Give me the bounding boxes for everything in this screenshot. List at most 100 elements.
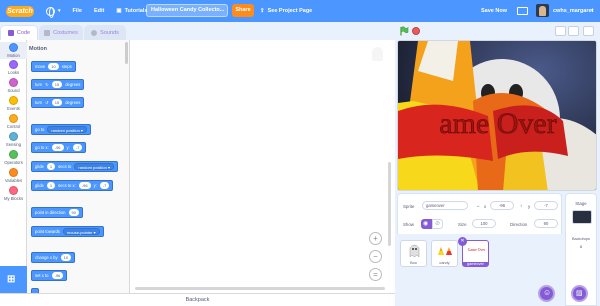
block-input[interactable]: 15 bbox=[51, 99, 63, 106]
category-motion[interactable]: Motion bbox=[0, 42, 27, 59]
block-input[interactable]: -96 bbox=[78, 182, 91, 189]
dropdown-value: random position bbox=[78, 165, 107, 170]
category-variables[interactable]: Variables bbox=[0, 168, 27, 183]
block-turn-right[interactable]: turn ↻ 15 degrees bbox=[31, 79, 85, 90]
tab-sounds[interactable]: Sounds bbox=[84, 25, 126, 40]
script-vertical-scrollbar[interactable] bbox=[388, 162, 391, 246]
scratch-logo[interactable]: Scratch bbox=[6, 5, 34, 17]
editor-tabs: Code Costumes Sounds bbox=[0, 22, 395, 40]
stop-button[interactable] bbox=[412, 27, 420, 35]
block-dropdown[interactable]: random position ▾ bbox=[47, 126, 87, 133]
category-sound[interactable]: Sound bbox=[0, 78, 27, 93]
show-label: Show bbox=[403, 222, 414, 227]
delete-sprite-button[interactable]: ✕ bbox=[458, 237, 467, 246]
category-my-blocks[interactable]: My Blocks bbox=[0, 186, 27, 201]
block-text: degrees bbox=[65, 82, 81, 87]
block-glide-xy[interactable]: glide 1 secs to x: -96 y: -7 bbox=[31, 180, 114, 191]
rotate-right-icon: ↻ bbox=[45, 82, 49, 87]
ghost-thumbnail bbox=[409, 244, 420, 258]
category-control[interactable]: Control bbox=[0, 114, 27, 129]
category-sensing[interactable]: Sensing bbox=[0, 132, 27, 147]
block-text: y: bbox=[66, 145, 70, 150]
y-label: y bbox=[528, 204, 531, 209]
large-stage-button[interactable] bbox=[568, 26, 579, 36]
block-input[interactable]: -7 bbox=[72, 144, 83, 151]
brush-icon bbox=[44, 30, 51, 36]
zoom-out-button[interactable]: − bbox=[369, 250, 382, 263]
block-input[interactable]: 1 bbox=[46, 163, 56, 170]
code-icon bbox=[7, 30, 14, 36]
project-title-input[interactable]: Halloween Candy Collecto... bbox=[146, 4, 228, 17]
zoom-in-button[interactable]: + bbox=[369, 232, 382, 245]
see-project-page-button[interactable]: ⇪ See Project Page bbox=[260, 4, 312, 17]
block-input[interactable]: 15 bbox=[51, 81, 63, 88]
tab-costumes[interactable]: Costumes bbox=[39, 25, 83, 40]
block-glide-to[interactable]: glide 1 secs to random position ▾ bbox=[31, 161, 118, 172]
category-looks[interactable]: Looks bbox=[0, 60, 27, 75]
backdrops-label: Backdrops bbox=[572, 237, 590, 241]
zoom-reset-button[interactable]: = bbox=[369, 268, 382, 281]
block-go-to[interactable]: go to random position ▾ bbox=[31, 124, 91, 135]
category-label: Looks bbox=[7, 70, 20, 75]
choose-backdrop-button[interactable]: ▨ bbox=[571, 285, 588, 302]
category-events[interactable]: Events bbox=[0, 96, 27, 111]
save-now-button[interactable]: Save Now bbox=[481, 8, 507, 14]
small-stage-button[interactable] bbox=[555, 26, 566, 36]
tab-costumes-label: Costumes bbox=[53, 30, 78, 36]
sound-dot-icon bbox=[9, 78, 18, 87]
block-move-steps[interactable]: move 10 steps bbox=[31, 61, 76, 72]
sprite-tile-boo[interactable]: Boo bbox=[400, 240, 427, 267]
category-operators[interactable]: Operators bbox=[0, 150, 27, 165]
script-horizontal-scrollbar[interactable] bbox=[135, 287, 385, 290]
add-extension-button[interactable]: ⊞ bbox=[0, 266, 27, 293]
block-input[interactable]: 10 bbox=[48, 63, 59, 70]
block-turn-left[interactable]: turn ↺ 15 degrees bbox=[31, 97, 85, 108]
choose-sprite-button[interactable]: ☺ bbox=[538, 285, 555, 302]
palette-scrollbar[interactable] bbox=[125, 42, 128, 64]
block-input[interactable]: 1 bbox=[46, 182, 56, 189]
x-input[interactable]: -96 bbox=[490, 201, 514, 210]
block-input[interactable]: -96 bbox=[51, 144, 64, 151]
my-stuff-folder-icon[interactable] bbox=[517, 7, 528, 15]
sprite-name-input[interactable]: gameover bbox=[422, 201, 468, 210]
show-hidden-button[interactable]: ⊘ bbox=[432, 219, 443, 229]
green-flag-button[interactable] bbox=[399, 26, 409, 38]
avatar[interactable] bbox=[536, 4, 549, 17]
block-dropdown[interactable]: random position ▾ bbox=[74, 163, 114, 170]
zoom-out-icon: − bbox=[373, 252, 378, 261]
my-blocks-dot-icon bbox=[9, 186, 18, 195]
tab-sounds-label: Sounds bbox=[100, 30, 119, 36]
block-input[interactable]: -96 bbox=[51, 272, 64, 279]
file-menu[interactable]: File bbox=[73, 8, 82, 14]
direction-input[interactable]: 90 bbox=[534, 219, 558, 228]
fullscreen-button[interactable] bbox=[583, 26, 594, 36]
chevron-down-icon[interactable]: ▾ bbox=[591, 8, 594, 14]
sprite-tile-candy[interactable]: candy bbox=[431, 240, 458, 267]
block-text: go to x: bbox=[35, 145, 49, 150]
tab-code[interactable]: Code bbox=[0, 25, 38, 40]
block-point-towards[interactable]: point towards mouse-pointer ▾ bbox=[31, 226, 104, 237]
tutorials-menu[interactable]: ▣ Tutorials bbox=[116, 8, 147, 14]
tutorials-icon: ▣ bbox=[116, 8, 122, 14]
category-label: Sensing bbox=[5, 142, 22, 147]
palette-section-title: Motion bbox=[29, 46, 48, 52]
share-button[interactable]: Share bbox=[232, 4, 254, 17]
block-set-x[interactable]: set x to -96 bbox=[31, 270, 68, 281]
block-point-direction[interactable]: point in direction 90 bbox=[31, 207, 83, 218]
block-dropdown[interactable]: mouse-pointer ▾ bbox=[62, 228, 100, 235]
username[interactable]: cwhs_margaret bbox=[553, 8, 593, 14]
y-input[interactable]: -7 bbox=[534, 201, 558, 210]
block-input[interactable]: 90 bbox=[68, 209, 79, 216]
block-input[interactable]: 10 bbox=[60, 254, 72, 261]
block-change-x[interactable]: change x by 10 bbox=[31, 252, 76, 263]
show-visible-button[interactable]: ◉ bbox=[421, 219, 432, 229]
stage-canvas[interactable]: ame Over bbox=[397, 40, 597, 191]
eye-icon: ◉ bbox=[423, 221, 429, 227]
block-input[interactable]: -7 bbox=[99, 182, 110, 189]
backpack-bar[interactable]: Backpack bbox=[0, 293, 395, 306]
block-go-to-xy[interactable]: go to x: -96 y: -7 bbox=[31, 142, 87, 153]
edit-menu[interactable]: Edit bbox=[94, 8, 104, 14]
size-input[interactable]: 100 bbox=[472, 219, 496, 228]
script-area[interactable] bbox=[130, 40, 395, 293]
language-menu[interactable]: ▾ bbox=[46, 6, 61, 18]
